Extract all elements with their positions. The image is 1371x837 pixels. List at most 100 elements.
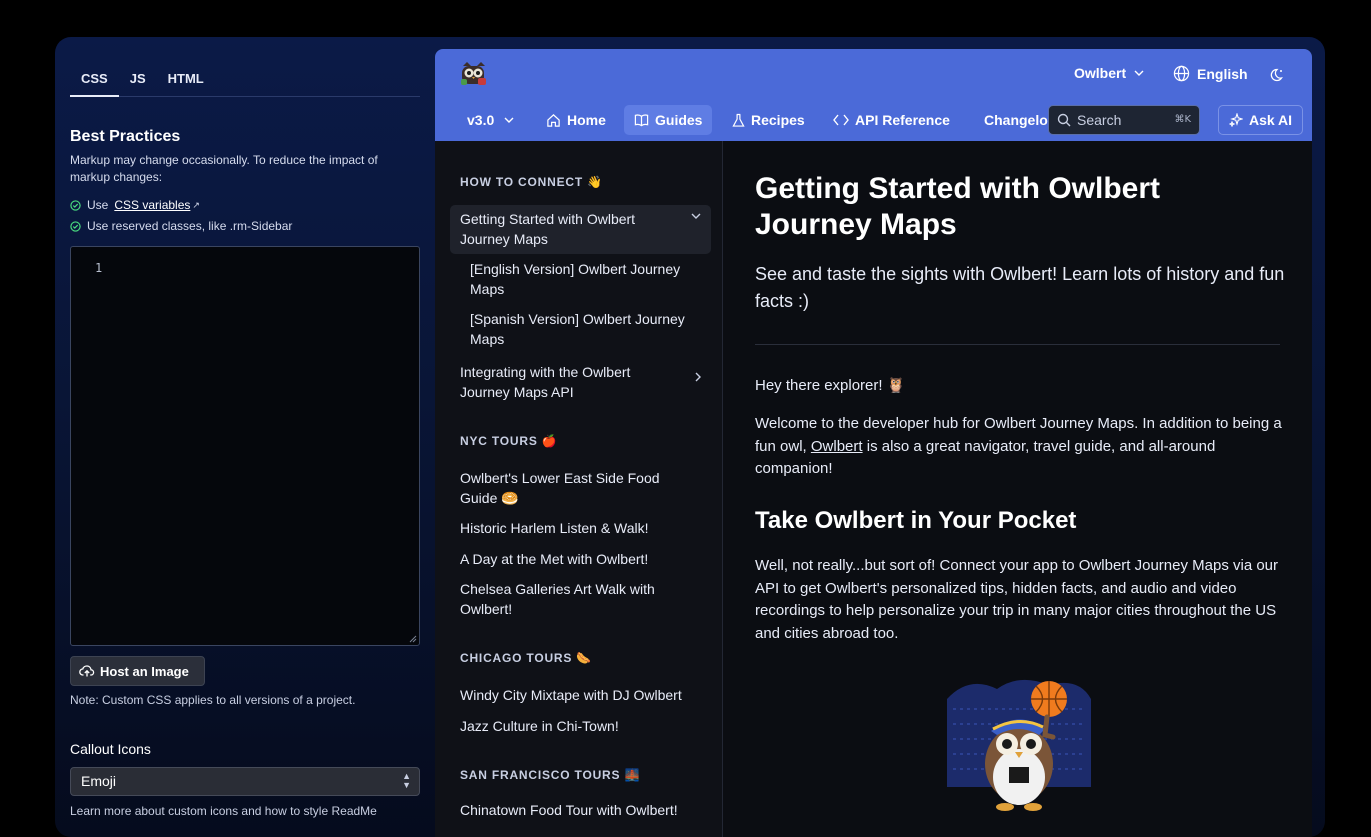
nav-api-reference[interactable]: API Reference: [823, 105, 960, 135]
tip-css-variables: Use CSS variables ↗: [70, 198, 200, 212]
code-icon: [833, 114, 849, 126]
flask-icon: [732, 113, 745, 127]
divider: [755, 344, 1280, 345]
external-link-icon: ↗: [192, 199, 200, 210]
nav-changelog-label: Changelog: [984, 112, 1050, 128]
project-name: Owlbert: [1074, 65, 1127, 81]
page-title: Getting Started with Owlbert Journey Map…: [755, 172, 1161, 241]
globe-icon: [1173, 65, 1190, 82]
nav-guides[interactable]: Guides: [624, 105, 713, 135]
sidebar-item-label: [Spanish Version] Owlbert Journey Maps: [470, 311, 685, 347]
check-circle-icon: [70, 199, 81, 211]
chevron-down-icon[interactable]: [691, 213, 701, 219]
sparkle-icon: [1228, 113, 1243, 127]
tip-text: Use reserved classes, like .rm-Sidebar: [87, 219, 293, 233]
search-shortcut: ⌘K: [1174, 114, 1191, 125]
custom-css-note: Note: Custom CSS applies to all versions…: [70, 693, 356, 707]
home-icon: [547, 113, 560, 127]
sidebar-item-english-version[interactable]: [English Version] Owlbert Journey Maps: [460, 255, 711, 304]
chevron-down-icon: [1134, 70, 1144, 76]
project-switcher[interactable]: Owlbert: [1074, 65, 1144, 81]
sidebar-item-spanish-version[interactable]: [Spanish Version] Owlbert Journey Maps: [460, 305, 711, 354]
sidebar-item-harlem[interactable]: Historic Harlem Listen & Walk!: [450, 514, 711, 544]
sidebar-item-label: [English Version] Owlbert Journey Maps: [470, 261, 681, 297]
search-input[interactable]: Search ⌘K: [1048, 105, 1200, 135]
search-placeholder: Search: [1077, 112, 1122, 128]
docs-sidebar: HOW TO CONNECT 👋 Getting Started with Ow…: [435, 141, 723, 837]
best-practices-desc: Markup may change occasionally. To reduc…: [70, 153, 378, 184]
page-subtitle: See and taste the sights with Owlbert! L…: [755, 264, 1285, 311]
sidebar-item-label: A Day at the Met with Owlbert!: [460, 551, 649, 567]
sidebar-item-label: Windy City Mixtape with DJ Owlbert: [460, 687, 682, 703]
sidebar-item-label: Jazz Culture in Chi-Town!: [460, 718, 619, 734]
callout-icons-value: Emoji: [81, 773, 117, 789]
ask-ai-label: Ask AI: [1248, 112, 1293, 128]
resize-handle-icon[interactable]: [409, 635, 417, 643]
ask-ai-button[interactable]: Ask AI: [1218, 105, 1303, 135]
sidebar-item-met[interactable]: A Day at the Met with Owlbert!: [450, 545, 711, 575]
nav-recipes-label: Recipes: [751, 112, 805, 128]
select-arrows-icon: ▲ ▼: [402, 771, 411, 790]
sidebar-item-label: Integrating with the Owlbert Journey Map…: [460, 364, 631, 400]
check-circle-icon: [70, 220, 81, 232]
welcome-paragraph: Welcome to the developer hub for Owlbert…: [755, 413, 1285, 481]
sidebar-item-label: Getting Started with Owlbert Journey Map…: [460, 211, 636, 247]
section-sf-tours: SAN FRANCISCO TOURS 🌉: [460, 768, 641, 782]
theme-toggle-icon[interactable]: [1268, 67, 1284, 83]
owlbert-logo-icon[interactable]: [460, 60, 488, 88]
language-label: English: [1197, 65, 1248, 82]
article-content: Getting Started with Owlbert Journey Map…: [724, 141, 1312, 837]
line-number: 1: [95, 261, 103, 275]
callout-icons-label: Callout Icons: [70, 741, 151, 757]
callout-icons-select[interactable]: Emoji ▲ ▼: [70, 767, 420, 796]
learn-more-text: Learn more about custom icons and how to…: [70, 804, 377, 818]
section-how-to-connect: HOW TO CONNECT 👋: [460, 175, 603, 189]
version-switcher[interactable]: v3.0: [457, 105, 524, 135]
tab-html[interactable]: HTML: [157, 65, 215, 97]
sidebar-item-chinatown[interactable]: Chinatown Food Tour with Owlbert!: [450, 796, 711, 826]
nav-guides-label: Guides: [655, 112, 703, 128]
tip-reserved-classes: Use reserved classes, like .rm-Sidebar: [70, 219, 292, 233]
sidebar-item-jazz[interactable]: Jazz Culture in Chi-Town!: [450, 712, 711, 742]
site-header: Owlbert English v3.0 Home Guides Recipes…: [435, 49, 1312, 141]
sidebar-item-label: Chinatown Food Tour with Owlbert!: [460, 802, 678, 818]
tip-prefix: Use: [87, 198, 109, 212]
nav-recipes[interactable]: Recipes: [722, 105, 815, 135]
section-chicago-tours: CHICAGO TOURS 🌭: [460, 651, 593, 665]
sidebar-item-chelsea[interactable]: Chelsea Galleries Art Walk with Owlbert!: [450, 575, 711, 624]
nav-changelog[interactable]: Changelog: [968, 105, 1050, 135]
host-image-label: Host an Image: [100, 663, 189, 679]
tab-css[interactable]: CSS: [70, 65, 119, 97]
language-switcher[interactable]: English: [1173, 65, 1248, 82]
section-nyc-tours: NYC TOURS 🍎: [460, 434, 558, 448]
sidebar-item-label: Historic Harlem Listen & Walk!: [460, 520, 649, 536]
best-practices-title: Best Practices: [70, 128, 181, 145]
sidebar-item-label: Chelsea Galleries Art Walk with Owlbert!: [460, 581, 655, 617]
sidebar-item-label: Owlbert's Lower East Side Food Guide 🥯: [460, 470, 660, 506]
book-open-icon: [634, 114, 649, 127]
greeting-text: Hey there explorer! 🦉: [755, 377, 906, 394]
section-heading: Take Owlbert in Your Pocket: [755, 507, 1077, 534]
nav-home[interactable]: Home: [536, 105, 616, 135]
custom-code-panel: CSS JS HTML Best Practices Markup may ch…: [70, 37, 420, 837]
chevron-right-icon[interactable]: [695, 372, 701, 382]
app-frame: CSS JS HTML Best Practices Markup may ch…: [55, 37, 1325, 837]
nav-home-label: Home: [567, 112, 606, 128]
docs-preview: Owlbert English v3.0 Home Guides Recipes…: [435, 49, 1312, 837]
upload-cloud-icon: [79, 665, 95, 677]
sidebar-item-windy-city[interactable]: Windy City Mixtape with DJ Owlbert: [450, 681, 711, 711]
css-code-editor[interactable]: 1: [70, 246, 420, 646]
css-variables-link[interactable]: CSS variables: [114, 198, 190, 212]
pocket-paragraph: Well, not really...but sort of! Connect …: [755, 557, 1279, 642]
nav-api-label: API Reference: [855, 112, 950, 128]
owlbert-basketball-illustration: [947, 679, 1091, 811]
sidebar-item-lower-east-side[interactable]: Owlbert's Lower East Side Food Guide 🥯: [450, 464, 711, 513]
tab-js[interactable]: JS: [119, 65, 157, 97]
owlbert-link[interactable]: Owlbert: [811, 438, 863, 455]
code-tabs: CSS JS HTML: [70, 65, 420, 97]
sidebar-item-getting-started[interactable]: Getting Started with Owlbert Journey Map…: [450, 205, 711, 254]
host-image-button[interactable]: Host an Image: [70, 656, 205, 686]
chevron-down-icon: [504, 117, 514, 123]
search-icon: [1057, 113, 1071, 127]
sidebar-item-integrating-api[interactable]: Integrating with the Owlbert Journey Map…: [450, 358, 711, 407]
